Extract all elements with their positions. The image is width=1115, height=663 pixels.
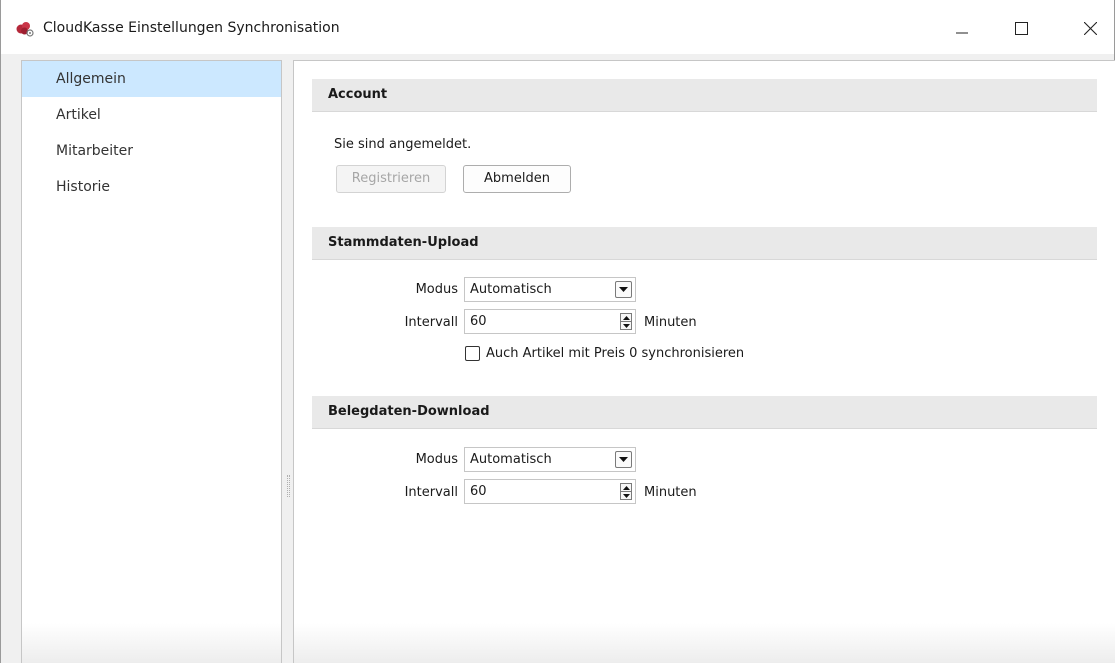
section-title: Stammdaten-Upload bbox=[328, 235, 479, 250]
stepper-value: 60 bbox=[470, 484, 487, 499]
chevron-down-icon[interactable] bbox=[615, 451, 632, 468]
stepper-buttons bbox=[620, 313, 632, 330]
download-interval-unit: Minuten bbox=[644, 485, 697, 500]
sidebar-item-label: Artikel bbox=[56, 107, 101, 123]
sidebar-item-artikel[interactable]: Artikel bbox=[22, 97, 281, 133]
window-title: CloudKasse Einstellungen Synchronisation bbox=[43, 20, 340, 36]
close-icon bbox=[1083, 21, 1097, 39]
stepper-value: 60 bbox=[470, 314, 487, 329]
minimize-icon bbox=[956, 22, 968, 38]
sidebar-item-allgemein[interactable]: Allgemein bbox=[22, 61, 281, 97]
select-value: Automatisch bbox=[470, 452, 552, 467]
stepper-buttons bbox=[620, 483, 632, 500]
chevron-down-icon[interactable] bbox=[615, 281, 632, 298]
select-value: Automatisch bbox=[470, 282, 552, 297]
stepper-up-icon[interactable] bbox=[621, 314, 631, 322]
download-mode-select[interactable]: Automatisch bbox=[464, 447, 636, 472]
section-title: Account bbox=[328, 87, 388, 102]
download-interval-label: Intervall bbox=[404, 485, 458, 500]
cloudkasse-app-icon bbox=[15, 20, 35, 38]
settings-sidebar: Allgemein Artikel Mitarbeiter Historie bbox=[21, 60, 282, 663]
splitter-handle[interactable] bbox=[287, 475, 290, 497]
sidebar-item-label: Mitarbeiter bbox=[56, 143, 134, 159]
settings-window: CloudKasse Einstellungen Synchronisation… bbox=[0, 0, 1115, 663]
section-header-download: Belegdaten-Download bbox=[312, 396, 1097, 429]
download-interval-stepper[interactable]: 60 bbox=[464, 479, 636, 504]
maximize-icon bbox=[1014, 21, 1028, 39]
zero-price-checkbox-label[interactable]: Auch Artikel mit Preis 0 synchronisieren bbox=[486, 346, 744, 361]
sidebar-item-historie[interactable]: Historie bbox=[22, 169, 281, 205]
upload-interval-label: Intervall bbox=[404, 315, 458, 330]
minimize-button[interactable] bbox=[940, 10, 984, 50]
logout-button[interactable]: Abmelden bbox=[463, 165, 571, 193]
stepper-down-icon[interactable] bbox=[621, 322, 631, 330]
download-mode-label: Modus bbox=[415, 452, 458, 467]
upload-mode-label: Modus bbox=[415, 282, 458, 297]
section-title: Belegdaten-Download bbox=[328, 404, 490, 419]
section-header-account: Account bbox=[312, 79, 1097, 112]
upload-interval-stepper[interactable]: 60 bbox=[464, 309, 636, 334]
sidebar-item-label: Historie bbox=[56, 179, 111, 195]
register-button[interactable]: Registrieren bbox=[336, 165, 446, 193]
sidebar-item-mitarbeiter[interactable]: Mitarbeiter bbox=[22, 133, 281, 169]
stepper-up-icon[interactable] bbox=[621, 484, 631, 492]
settings-content-panel: Account Sie sind angemeldet. Registriere… bbox=[293, 60, 1115, 663]
sidebar-bottom-fade bbox=[22, 623, 281, 663]
close-button[interactable] bbox=[1068, 10, 1112, 50]
sidebar-item-label: Allgemein bbox=[56, 71, 126, 87]
maximize-button[interactable] bbox=[999, 10, 1043, 50]
title-bar: CloudKasse Einstellungen Synchronisation bbox=[1, 0, 1114, 54]
stepper-down-icon[interactable] bbox=[621, 492, 631, 500]
upload-mode-select[interactable]: Automatisch bbox=[464, 277, 636, 302]
panel-bottom-fade bbox=[294, 623, 1115, 663]
section-header-upload: Stammdaten-Upload bbox=[312, 227, 1097, 260]
login-status-text: Sie sind angemeldet. bbox=[334, 137, 472, 152]
zero-price-checkbox[interactable] bbox=[465, 346, 480, 361]
upload-interval-unit: Minuten bbox=[644, 315, 697, 330]
